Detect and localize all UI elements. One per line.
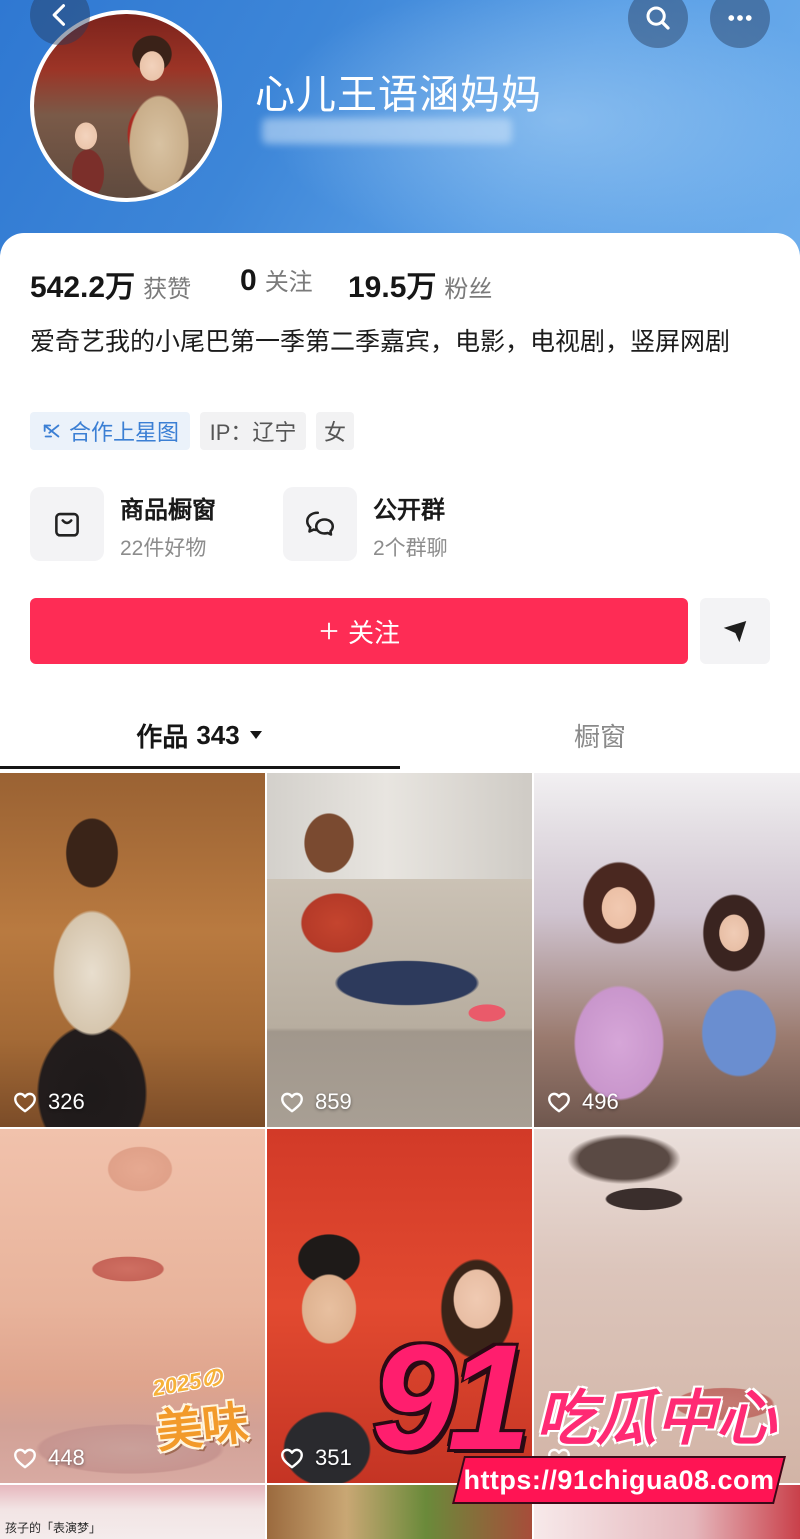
more-dots-icon	[728, 15, 752, 21]
like-count: 326	[12, 1089, 85, 1115]
like-number: 859	[315, 1089, 352, 1114]
thumbnail-overlay-title: 美味	[153, 1396, 251, 1458]
public-group-title[interactable]: 公开群	[373, 490, 445, 525]
heart-icon	[14, 1448, 36, 1469]
heart-icon	[548, 1092, 570, 1113]
stat-label: 关注	[264, 269, 313, 296]
follow-button[interactable]: 关注	[30, 598, 688, 664]
follow-label: 关注	[347, 617, 400, 648]
video-thumbnail[interactable]: 2025の 美味 448	[0, 1129, 265, 1483]
like-count: 859	[279, 1089, 352, 1115]
blurred-user-id	[262, 118, 512, 144]
like-count: 496	[546, 1089, 619, 1115]
stat-label: 获赞	[143, 276, 192, 303]
heart-icon	[281, 1448, 303, 1469]
tab-indicator	[0, 766, 400, 769]
video-thumbnail[interactable]: 496	[534, 773, 800, 1127]
stat-value: 19.5万	[348, 271, 437, 304]
tag-ip-location: IP：辽宁	[200, 412, 306, 450]
stat-value: 0	[240, 264, 257, 297]
profile-bio: 爱奇艺我的小尾巴第一季第二季嘉宾，电影，电视剧，竖屏网剧	[30, 328, 731, 356]
like-count: 351	[279, 1445, 352, 1471]
stat-following[interactable]: 0 关注	[240, 262, 313, 298]
star-map-icon	[43, 424, 60, 438]
watermark-logo-text: 吃瓜中心	[536, 1385, 776, 1452]
thumbnail-caption: 孩子的「表演梦」	[5, 1521, 102, 1535]
heart-icon	[281, 1092, 303, 1113]
shop-window-subtitle: 22件好物	[120, 537, 207, 560]
video-thumbnail[interactable]: 326	[0, 773, 265, 1127]
like-number: 448	[48, 1445, 85, 1470]
tab-count: 343	[196, 719, 240, 750]
shop-window-entry[interactable]	[30, 487, 104, 561]
chevron-left-icon	[52, 4, 66, 26]
like-number: 496	[582, 1089, 619, 1114]
tab-label: 橱窗	[573, 721, 626, 752]
tag-label: 女	[323, 420, 346, 445]
search-icon	[646, 6, 670, 30]
profile-name: 心儿王语涵妈妈	[255, 73, 542, 117]
like-number: 351	[315, 1445, 352, 1470]
stat-value: 542.2万	[30, 271, 136, 304]
shopping-bag-icon	[55, 512, 79, 537]
like-count: 448	[12, 1445, 85, 1471]
group-chat-icon	[305, 511, 335, 536]
tag-label: IP：辽宁	[209, 420, 297, 445]
share-icon	[723, 621, 747, 643]
tag-gender: 女	[316, 412, 354, 450]
shop-window-title[interactable]: 商品橱窗	[120, 490, 216, 525]
plus-icon	[320, 622, 338, 640]
heart-icon	[14, 1092, 36, 1113]
tab-shop-window[interactable]: 橱窗	[400, 705, 800, 765]
stat-label: 粉丝	[444, 276, 493, 303]
tab-works[interactable]: 作品 343	[0, 705, 400, 765]
tag-star-map[interactable]: 合作上星图	[30, 412, 190, 450]
public-group-entry[interactable]	[283, 487, 357, 561]
watermark-logo-number: 91	[372, 1313, 531, 1481]
tab-label: 作品	[136, 721, 189, 752]
public-group-subtitle: 2个群聊	[373, 537, 448, 560]
video-thumbnail[interactable]: 孩子的「表演梦」	[0, 1485, 265, 1539]
stat-likes[interactable]: 542.2万 获赞	[30, 262, 191, 306]
triangle-down-icon	[249, 731, 262, 739]
video-thumbnail[interactable]: 859	[267, 773, 532, 1127]
like-number: 326	[48, 1089, 85, 1114]
stat-followers[interactable]: 19.5万 粉丝	[348, 262, 492, 306]
tag-label: 合作上星图	[68, 420, 179, 445]
watermark-url: https://91chigua08.com	[463, 1464, 775, 1495]
share-button[interactable]	[700, 598, 770, 664]
